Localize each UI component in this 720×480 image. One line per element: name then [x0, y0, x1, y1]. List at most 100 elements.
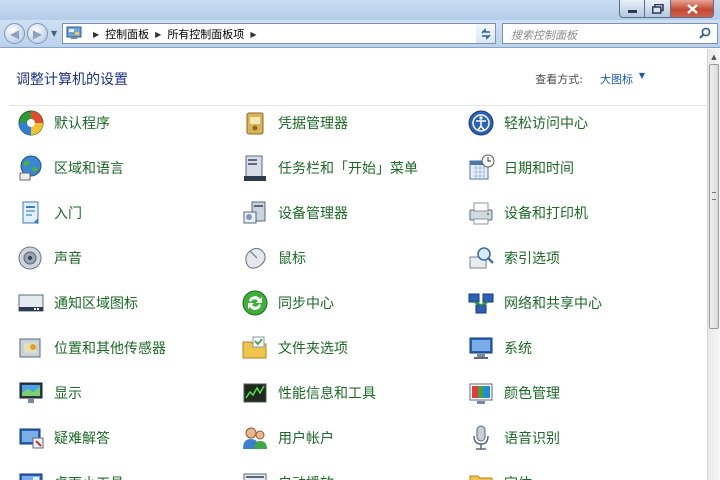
minimize-button[interactable] [619, 0, 645, 18]
control-panel-item[interactable]: 设备和打印机 [466, 197, 588, 229]
recent-pages-dropdown[interactable]: ▼ [51, 29, 57, 38]
control-panel-item[interactable]: 位置和其他传感器 [16, 332, 166, 364]
speech-recognition-icon [473, 425, 489, 450]
control-panel-item-label: 入门 [54, 206, 82, 222]
close-icon [686, 3, 698, 14]
control-panel-item-label: 通知区域图标 [54, 296, 138, 312]
control-panel-item-label: 用户帐户 [278, 431, 334, 447]
header-divider [10, 105, 707, 106]
view-by-dropdown-icon[interactable]: ▼ [639, 71, 645, 80]
breadcrumb-control-panel[interactable]: 控制面板 [105, 26, 149, 42]
forward-arrow-icon: ▶ [32, 26, 43, 41]
control-panel-item-label: 索引选项 [504, 251, 560, 267]
control-panel-item[interactable]: 语音识别 [466, 422, 560, 454]
ease-of-access-icon [468, 110, 494, 136]
content-pane: 调整计算机的设置 查看方式: 大图标 ▼ 默认程序 凭据管理器 轻松访问中心区域和语… [0, 49, 707, 480]
autoplay-icon [243, 473, 267, 480]
control-panel-item[interactable]: 声音 [16, 242, 82, 274]
folder-options-icon [242, 336, 267, 359]
breadcrumb-all-items[interactable]: 所有控制面板项 [167, 26, 244, 42]
control-panel-item[interactable]: 日期和时间 [466, 152, 574, 184]
control-panel-item[interactable]: 自动播放 [240, 467, 334, 480]
forward-button[interactable]: ▶ [27, 23, 48, 44]
control-panel-item-label: 显示 [54, 386, 82, 402]
control-panel-icon [66, 26, 82, 39]
control-panel-item[interactable]: 颜色管理 [466, 377, 560, 409]
refresh-button[interactable] [476, 23, 496, 44]
control-panel-item-label: 轻松访问中心 [504, 116, 588, 132]
control-panel-item[interactable]: 用户帐户 [240, 422, 334, 454]
sound-icon [18, 246, 42, 270]
indexing-options-icon [469, 247, 494, 269]
page-title: 调整计算机的设置 [16, 72, 128, 88]
control-panel-item[interactable]: 通知区域图标 [16, 287, 138, 319]
breadcrumb: ▶ 控制面板 ▶ 所有控制面板项 ▶ [87, 26, 262, 42]
control-panel-item[interactable]: A 字体 [466, 467, 532, 480]
window-controls [619, 0, 714, 18]
control-panel-item[interactable]: 任务栏和「开始」菜单 [240, 152, 418, 184]
display-icon [19, 382, 43, 403]
search-icon[interactable] [699, 27, 711, 39]
desktop-gadgets-icon [19, 473, 43, 480]
control-panel-item-label: 疑难解答 [54, 431, 110, 447]
view-by-label: 查看方式: [535, 73, 583, 86]
scrollbar-thumb[interactable] [709, 64, 719, 329]
back-button[interactable]: ◀ [4, 23, 25, 44]
restore-icon [651, 3, 664, 14]
control-panel-item-label: 日期和时间 [504, 161, 574, 177]
back-arrow-icon: ◀ [9, 26, 20, 41]
control-panel-item[interactable]: 网络和共享中心 [466, 287, 602, 319]
control-panel-item-label: 设备管理器 [278, 206, 348, 222]
control-panel-item-label: 桌面小工具 [54, 473, 124, 480]
control-panel-item-label: 鼠标 [278, 251, 306, 267]
scrollbar-grip-icon [712, 192, 716, 200]
control-panel-item-label: 文件夹选项 [278, 341, 348, 357]
title-bar[interactable] [0, 0, 720, 20]
control-panel-item-label: 自动播放 [278, 473, 334, 480]
control-panel-item[interactable]: 系统 [466, 332, 532, 364]
control-panel-item-label: 声音 [54, 251, 82, 267]
control-panel-item[interactable]: 入门 [16, 197, 82, 229]
control-panel-item[interactable]: 鼠标 [240, 242, 306, 274]
date-time-icon [469, 154, 495, 180]
control-panel-item[interactable]: 默认程序 [16, 107, 110, 139]
minimize-icon [627, 10, 637, 13]
color-management-icon [469, 383, 493, 404]
control-panel-item[interactable]: 区域和语言 [16, 152, 124, 184]
credential-manager-icon [246, 112, 264, 135]
view-by-selector[interactable]: 大图标 [600, 71, 633, 87]
control-panel-item[interactable]: 同步中心 [240, 287, 334, 319]
control-panel-item-label: 同步中心 [278, 296, 334, 312]
notification-area-icon [18, 294, 44, 312]
close-button[interactable] [671, 0, 714, 18]
control-panel-item[interactable]: 轻松访问中心 [466, 107, 588, 139]
control-panel-item[interactable]: 疑难解答 [16, 422, 110, 454]
default-programs-icon [18, 110, 44, 136]
search-placeholder[interactable]: 搜索控制面板 [511, 27, 577, 43]
control-panel-item-label: 网络和共享中心 [504, 296, 602, 312]
troubleshooting-icon [19, 428, 44, 449]
control-panel-item-label: 默认程序 [54, 116, 110, 132]
search-box[interactable]: 搜索控制面板 [502, 23, 718, 44]
control-panel-item-label: 颜色管理 [504, 386, 560, 402]
breadcrumb-separator-icon[interactable]: ▶ [250, 30, 256, 39]
scroll-up-icon[interactable]: ▲ [708, 49, 720, 64]
control-panel-item-label: 字体 [504, 473, 532, 480]
navigation-bar: ◀ ▶ ▼ ▶ 控制面板 ▶ 所有控制面板项 ▶ ▼ 搜索控制面板 [0, 20, 720, 48]
control-panel-item[interactable]: 桌面小工具 [16, 467, 124, 480]
address-bar[interactable]: ▶ 控制面板 ▶ 所有控制面板项 ▶ ▼ [62, 23, 496, 44]
breadcrumb-separator-icon[interactable]: ▶ [155, 30, 161, 39]
control-panel-item[interactable]: 文件夹选项 [240, 332, 348, 364]
maximize-button[interactable] [645, 0, 671, 18]
refresh-icon [480, 27, 491, 40]
getting-started-icon [22, 201, 39, 224]
region-language-icon [19, 155, 42, 181]
control-panel-item[interactable]: 凭据管理器 [240, 107, 348, 139]
breadcrumb-separator-icon[interactable]: ▶ [93, 30, 99, 39]
system-icon [469, 337, 493, 359]
control-panel-item[interactable]: 设备管理器 [240, 197, 348, 229]
control-panel-item[interactable]: 性能信息和工具 [240, 377, 376, 409]
control-panel-item[interactable]: 索引选项 [466, 242, 560, 274]
control-panel-item[interactable]: 显示 [16, 377, 82, 409]
vertical-scrollbar[interactable]: ▲ [707, 49, 720, 480]
